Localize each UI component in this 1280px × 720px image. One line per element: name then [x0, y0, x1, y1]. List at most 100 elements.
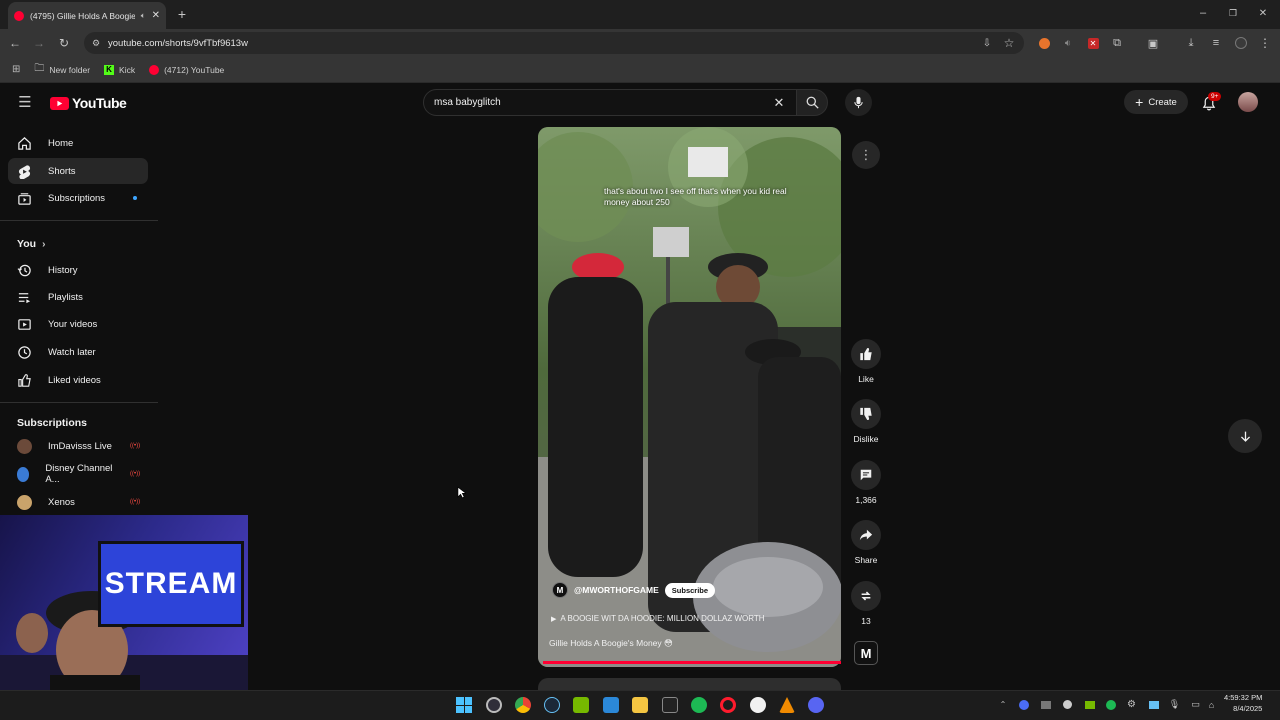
sidebar-item-history[interactable]: History: [8, 257, 148, 283]
home-icon: [18, 136, 31, 150]
dislike-button[interactable]: [851, 399, 881, 429]
tray-settings-icon[interactable]: ⚙︎: [1126, 699, 1137, 710]
search-input[interactable]: msa babyglitch: [423, 89, 797, 116]
tray-microphone-icon[interactable]: 🎙︎: [1169, 699, 1180, 710]
extension-block-icon[interactable]: ✕: [1086, 36, 1100, 50]
subscription-label: ImDavisss Live: [48, 440, 112, 452]
side-panel-icon[interactable]: ▣: [1146, 36, 1160, 50]
forward-icon[interactable]: →: [32, 36, 46, 50]
subscription-item[interactable]: Xenos ((•)): [8, 489, 148, 515]
sidebar-item-your-videos[interactable]: Your videos: [8, 311, 148, 337]
chrome-app-icon[interactable]: [515, 697, 531, 713]
clear-search-icon[interactable]: ✕: [771, 95, 787, 111]
tray-app-icon[interactable]: [1018, 699, 1029, 710]
youtube-logo-text: YouTube: [72, 95, 127, 111]
subscriptions-section-title: Subscriptions: [17, 417, 88, 429]
discord-app-icon[interactable]: [808, 697, 824, 713]
tray-spotify-icon[interactable]: [1105, 699, 1116, 710]
dislike-action[interactable]: Dislike: [849, 399, 883, 444]
mute-tab-icon[interactable]: 🔈︎: [141, 11, 146, 21]
subscription-label: Xenos: [48, 496, 75, 508]
taskbar-clock[interactable]: 4:59:32 PM 8/4/2025: [1224, 693, 1262, 714]
tray-network-icon[interactable]: ⌂: [1206, 699, 1217, 710]
close-window-icon[interactable]: ✕: [1256, 6, 1270, 20]
comment-icon: [860, 469, 872, 481]
mouse-cursor-icon: [457, 486, 466, 499]
comments-button[interactable]: [851, 460, 881, 490]
subscription-item[interactable]: ImDavisss Live ((•)): [8, 433, 148, 459]
profile-avatar-icon[interactable]: [1234, 36, 1248, 50]
obs-app-icon[interactable]: [486, 697, 502, 713]
sidebar-item-watch-later[interactable]: Watch later: [8, 339, 148, 365]
remix-action[interactable]: 13: [849, 581, 883, 626]
media-controls-icon[interactable]: ≡: [1209, 36, 1223, 50]
opera-app-icon[interactable]: [720, 697, 736, 713]
sound-channel-thumbnail[interactable]: M: [854, 641, 878, 665]
extensions-puzzle-icon[interactable]: ⧉: [1110, 36, 1124, 50]
site-info-icon[interactable]: ⚙︎: [90, 37, 102, 49]
share-button[interactable]: [851, 520, 881, 550]
minimize-window-icon[interactable]: –: [1196, 6, 1210, 20]
channel-avatar: [17, 494, 32, 510]
like-button[interactable]: [851, 339, 881, 369]
bookmark-new-folder[interactable]: 🗀︎ New folder: [34, 61, 90, 78]
windows-start-icon[interactable]: [456, 697, 472, 713]
photos-app-icon[interactable]: [603, 697, 619, 713]
more-options-icon[interactable]: ⋮: [852, 141, 880, 169]
nvidia-app-icon[interactable]: [573, 697, 589, 713]
comments-action[interactable]: 1,366: [849, 460, 883, 505]
share-action[interactable]: Share: [849, 520, 883, 565]
music-row[interactable]: ▶ A BOOGIE WIT DA HOODIE: MILLION DOLLAZ…: [551, 614, 765, 623]
account-avatar[interactable]: [1238, 92, 1258, 112]
capcut-app-icon[interactable]: [662, 697, 678, 713]
you-section-header[interactable]: You ›: [17, 238, 45, 250]
tray-app-icon[interactable]: [1148, 699, 1159, 710]
spotify-app-icon[interactable]: [691, 697, 707, 713]
restore-window-icon[interactable]: ❐: [1226, 6, 1240, 20]
sidebar-item-subscriptions[interactable]: Subscriptions: [8, 185, 148, 211]
reload-icon[interactable]: ↻: [57, 36, 71, 50]
downloads-icon[interactable]: ⤓: [1184, 36, 1198, 50]
youtube-logo[interactable]: YouTube: [50, 95, 127, 111]
like-action[interactable]: Like: [849, 339, 883, 384]
g-hub-app-icon[interactable]: [750, 697, 766, 713]
tray-app-icon[interactable]: [1084, 699, 1095, 710]
install-app-icon[interactable]: ⇩: [980, 36, 994, 50]
bookmark-kick[interactable]: K Kick: [104, 64, 135, 75]
browser-menu-icon[interactable]: ⋮: [1258, 36, 1272, 50]
apps-grid-icon[interactable]: ⊞: [12, 64, 20, 75]
new-tab-icon[interactable]: +: [174, 6, 190, 22]
address-bar[interactable]: ⚙︎ youtube.com/shorts/9vfTbf9613w: [84, 32, 1024, 54]
steam-app-icon[interactable]: [544, 697, 560, 713]
search-icon: [806, 96, 819, 109]
remix-button[interactable]: [851, 581, 881, 611]
bookmark-star-icon[interactable]: ☆: [1002, 36, 1016, 50]
video-progress-bar[interactable]: [543, 661, 841, 664]
voice-search-button[interactable]: [845, 89, 872, 116]
hamburger-menu-icon[interactable]: ☰: [16, 94, 34, 111]
extension-orange-icon[interactable]: [1037, 36, 1051, 50]
tray-overflow-icon[interactable]: ⌃: [998, 699, 1008, 709]
search-button[interactable]: [796, 89, 828, 116]
subscribe-button[interactable]: Subscribe: [664, 582, 716, 598]
create-button[interactable]: + Create: [1124, 90, 1188, 114]
sidebar-item-liked-videos[interactable]: Liked videos: [8, 367, 148, 393]
file-explorer-icon[interactable]: [632, 697, 648, 713]
sidebar-item-playlists[interactable]: Playlists: [8, 284, 148, 310]
close-tab-icon[interactable]: ✕: [152, 10, 160, 21]
channel-avatar[interactable]: M: [552, 582, 568, 598]
back-icon[interactable]: ←: [8, 36, 22, 50]
live-indicator-icon: ((•)): [130, 499, 141, 505]
tray-display-icon[interactable]: ▭: [1190, 699, 1201, 710]
tray-app-icon[interactable]: [1040, 699, 1051, 710]
play-triangle-icon: ▶: [551, 615, 557, 623]
subscription-item[interactable]: Disney Channel A... ((•)): [8, 461, 148, 487]
sidebar-item-home[interactable]: Home: [8, 130, 148, 156]
channel-name[interactable]: @MWORTHOFGAME: [574, 585, 659, 595]
next-short-button[interactable]: [1228, 419, 1262, 453]
tray-app-icon[interactable]: [1062, 699, 1073, 710]
extension-volume-icon[interactable]: 🔉︎: [1061, 36, 1075, 50]
sidebar-item-shorts[interactable]: Shorts: [8, 158, 148, 184]
browser-tab[interactable]: (4795) Gillie Holds A Boogie's... 🔈︎ ✕: [8, 2, 166, 29]
bookmark-youtube[interactable]: (4712) YouTube: [149, 64, 224, 75]
